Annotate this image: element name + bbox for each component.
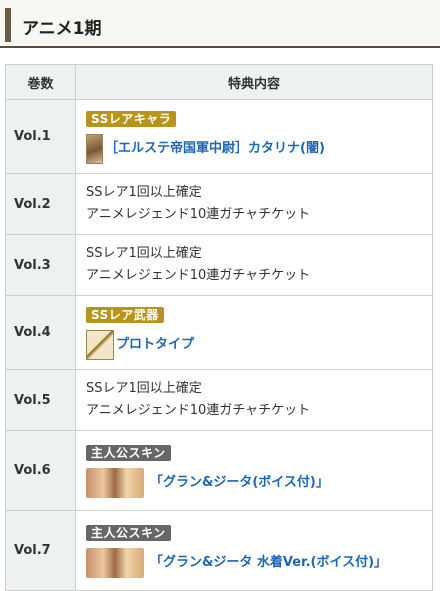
volume-cell: Vol.2 [5,173,76,235]
volume-cell: Vol.7 [5,510,76,591]
sword-icon[interactable] [86,330,114,360]
content-line: アニメレジェンド10連ガチャチケット [86,403,311,418]
header-content: 特典内容 [75,64,433,100]
content-cell: SSレアキャラ ［エルステ帝国軍中尉］カタリナ(闇) [75,99,433,174]
table-row: Vol.2 SSレア1回以上確定 アニメレジェンド10連ガチャチケット [5,173,433,235]
section-heading: アニメ1期 [0,0,440,48]
heading-accent-bar [5,8,11,42]
table-row: Vol.6 主人公スキン 「グラン&ジータ(ボイス付)」 [5,430,433,511]
gran-djeeta-swimsuit-skin-icon[interactable] [86,548,144,578]
volume-cell: Vol.1 [5,99,76,174]
item-link[interactable]: 「グラン&ジータ(ボイス付)」 [150,472,329,494]
content-cell: SSレア1回以上確定 アニメレジェンド10連ガチャチケット [75,173,433,235]
table-row: Vol.3 SSレア1回以上確定 アニメレジェンド10連ガチャチケット [5,234,433,296]
table-row: Vol.4 SSレア武器 プロトタイプ [5,295,433,370]
content-line: SSレア1回以上確定 [86,381,202,396]
content-cell: SSレア武器 プロトタイプ [75,295,433,370]
item-link[interactable]: 「グラン&ジータ 水着Ver.(ボイス付)」 [150,552,387,574]
header-volume: 巻数 [5,64,76,100]
content-line: SSレア1回以上確定 [86,246,202,261]
content-line: アニメレジェンド10連ガチャチケット [86,207,311,222]
table-header-row: 巻数 特典内容 [5,64,433,100]
content-cell: 主人公スキン 「グラン&ジータ 水着Ver.(ボイス付)」 [75,510,433,591]
volume-cell: Vol.3 [5,234,76,296]
catalina-icon[interactable] [86,134,103,164]
content-cell: SSレア1回以上確定 アニメレジェンド10連ガチャチケット [75,369,433,431]
table-row: Vol.5 SSレア1回以上確定 アニメレジェンド10連ガチャチケット [5,369,433,431]
ss-rare-weapon-badge: SSレア武器 [86,307,164,323]
page-title: アニメ1期 [22,19,102,39]
item-link[interactable]: ［エルステ帝国軍中尉］カタリナ(闇) [105,138,325,160]
content-line: SSレア1回以上確定 [86,185,202,200]
content-cell: 主人公スキン 「グラン&ジータ(ボイス付)」 [75,430,433,511]
table-row: Vol.7 主人公スキン 「グラン&ジータ 水着Ver.(ボイス付)」 [5,510,433,591]
hero-skin-badge: 主人公スキン [86,525,171,541]
hero-skin-badge: 主人公スキン [86,445,171,461]
volume-cell: Vol.5 [5,369,76,431]
table-row: Vol.1 SSレアキャラ ［エルステ帝国軍中尉］カタリナ(闇) [5,99,433,174]
gran-djeeta-skin-icon[interactable] [86,468,144,498]
content-line: アニメレジェンド10連ガチャチケット [86,268,311,283]
volume-cell: Vol.4 [5,295,76,370]
volume-cell: Vol.6 [5,430,76,511]
bonus-table: 巻数 特典内容 Vol.1 SSレアキャラ ［エルステ帝国軍中尉］カタリナ(闇)… [5,64,433,591]
ss-rare-character-badge: SSレアキャラ [86,111,177,127]
item-link[interactable]: プロトタイプ [116,334,194,356]
content-cell: SSレア1回以上確定 アニメレジェンド10連ガチャチケット [75,234,433,296]
